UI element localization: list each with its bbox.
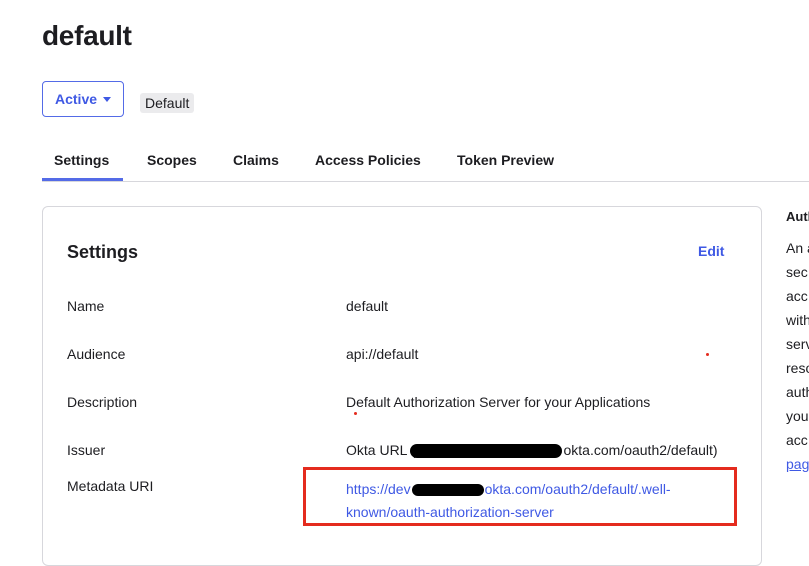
sidebar-text-line: acc: [786, 432, 808, 448]
sidebar-text-line: serv: [786, 336, 809, 352]
field-value-audience: api://default: [346, 346, 419, 362]
sidebar-text-line: An a: [786, 240, 809, 256]
annotation-highlight-box: [303, 467, 737, 526]
caret-down-icon: [103, 97, 112, 102]
tab-token-preview[interactable]: Token Preview: [457, 152, 554, 168]
tab-settings[interactable]: Settings: [54, 152, 109, 168]
status-dropdown-button[interactable]: Active: [42, 81, 124, 117]
annotation-dot: [706, 353, 709, 356]
field-value-description: Default Authorization Server for your Ap…: [346, 394, 651, 410]
sidebar-text-line: reso: [786, 360, 809, 376]
annotation-dot: [354, 412, 357, 415]
field-label-metadata-uri: Metadata URI: [67, 478, 154, 494]
redaction-mark: [409, 444, 562, 459]
field-value-issuer: Okta URL ( okta.com/oauth2/default): [346, 442, 718, 459]
sidebar-link[interactable]: pag: [786, 456, 809, 472]
tab-claims[interactable]: Claims: [233, 152, 279, 168]
sidebar-text-line: auth: [786, 384, 809, 400]
sidebar-text-line: acc: [786, 288, 808, 304]
tab-bar: Settings Scopes Claims Access Policies T…: [42, 143, 809, 182]
issuer-prefix: Okta URL (: [346, 442, 416, 458]
settings-card: Settings Edit Name default Audience api:…: [42, 206, 762, 566]
tab-access-policies[interactable]: Access Policies: [315, 152, 421, 168]
issuer-suffix: okta.com/oauth2/default): [563, 442, 718, 458]
settings-title: Settings: [67, 242, 139, 262]
field-label-description: Description: [67, 394, 138, 410]
default-badge: Default: [140, 93, 195, 113]
sidebar-title: Autl: [786, 209, 809, 224]
page-title: default: [42, 20, 132, 51]
sidebar-text-line: you: [786, 408, 809, 424]
edit-button[interactable]: Edit: [698, 243, 724, 259]
sidebar-text-line: with: [786, 312, 809, 328]
field-label-audience: Audience: [67, 346, 126, 362]
status-label: Active: [55, 91, 98, 107]
tab-scopes[interactable]: Scopes: [147, 152, 197, 168]
field-value-name: default: [346, 298, 389, 314]
sidebar-text-line: sec: [786, 264, 808, 280]
field-label-issuer: Issuer: [67, 442, 106, 458]
active-tab-indicator: [42, 178, 123, 181]
field-label-name: Name: [67, 298, 105, 314]
